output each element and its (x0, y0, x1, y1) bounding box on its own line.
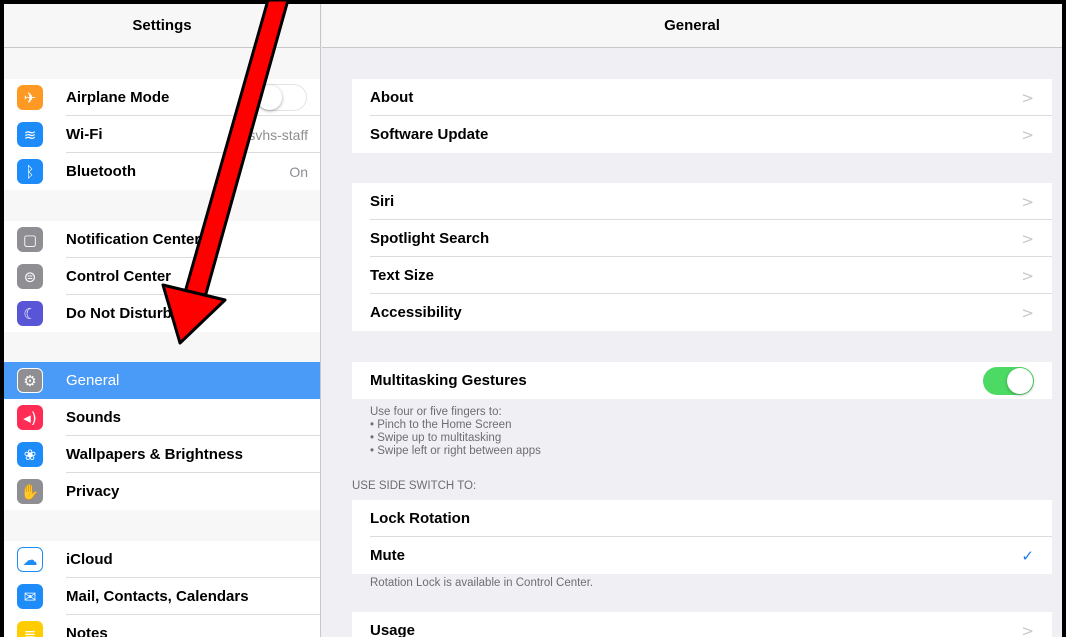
notes-icon: ≡ (17, 621, 43, 637)
general-group-2: Siri > Spotlight Search > Text Size > Accessib… (352, 183, 1052, 331)
mute-label: Mute (370, 547, 405, 564)
sidebar-item-do-not-disturb[interactable]: ☾ Do Not Disturb (4, 295, 320, 332)
chevron-right-icon: > (1021, 229, 1034, 248)
page-title: General (322, 4, 1062, 48)
general-row-lock-rotation[interactable]: Lock Rotation (352, 500, 1052, 537)
about-label: About (370, 89, 414, 106)
multitasking-gestures-toggle[interactable] (983, 367, 1034, 395)
usage-group: Usage > (352, 612, 1052, 637)
text-size-label: Text Size (370, 267, 434, 284)
gear-icon: ⚙ (17, 368, 43, 393)
sidebar-item-label: Mail, Contacts, Calendars (66, 588, 249, 605)
sidebar-item-label: Do Not Disturb (66, 305, 172, 322)
spotlight-search-label: Spotlight Search (370, 230, 490, 247)
multitasking-gestures-row: Multitasking Gestures (352, 362, 1052, 399)
airplane-mode-toggle[interactable] (256, 84, 307, 111)
sidebar-item-label: Notification Center (66, 231, 201, 248)
sidebar-group: ▢ Notification Center ⊜ Control Center ☾ Do N… (4, 221, 320, 332)
toggle-knob (1007, 368, 1033, 394)
sidebar-group: ☁ iCloud ✉ Mail, Contacts, Calendars ≡ Notes (4, 541, 320, 637)
general-row-about[interactable]: About > (352, 79, 1052, 116)
general-row-software-update[interactable]: Software Update > (352, 116, 1052, 153)
sidebar-item-label: iCloud (66, 551, 113, 568)
software-update-label: Software Update (370, 126, 489, 143)
general-group-1: About > Software Update > (352, 79, 1052, 153)
sidebar-item-mail-contacts-calendars[interactable]: ✉ Mail, Contacts, Calendars (4, 578, 320, 615)
chevron-right-icon: > (1021, 303, 1034, 322)
sidebar-item-label: Notes (66, 625, 108, 637)
notification-center-icon: ▢ (17, 227, 43, 252)
flower-icon: ❀ (17, 442, 43, 467)
multitasking-note-line: • Pinch to the Home Screen (370, 419, 512, 431)
airplane-icon: ✈ (17, 85, 43, 110)
sidebar-item-label: Airplane Mode (66, 89, 170, 106)
lock-rotation-label: Lock Rotation (370, 510, 470, 527)
bluetooth-icon: ᛒ (17, 159, 43, 184)
sidebar-item-bluetooth[interactable]: ᛒ Bluetooth On (4, 153, 320, 190)
chevron-right-icon: > (1021, 192, 1034, 211)
chevron-right-icon: > (1021, 125, 1034, 144)
general-pane: General About > Software Update > Siri > Spot… (322, 4, 1062, 637)
ipad-settings-screen: Settings ✈ Airplane Mode ≋ Wi-Fi svhs-staff ᛒ… (4, 4, 1062, 637)
general-row-spotlight-search[interactable]: Spotlight Search > (352, 220, 1052, 257)
general-row-accessibility[interactable]: Accessibility > (352, 294, 1052, 331)
sidebar-item-label: Privacy (66, 483, 120, 500)
side-switch-header: USE SIDE SWITCH TO: (352, 480, 477, 492)
sidebar-item-privacy[interactable]: ✋ Privacy (4, 473, 320, 510)
sidebar-item-label: General (66, 372, 120, 389)
sidebar-group: ✈ Airplane Mode ≋ Wi-Fi svhs-staff ᛒ Bluetooth… (4, 79, 320, 190)
sidebar-item-wallpapers-brightness[interactable]: ❀ Wallpapers & Brightness (4, 436, 320, 473)
settings-sidebar: Settings ✈ Airplane Mode ≋ Wi-Fi svhs-staff ᛒ… (4, 4, 321, 637)
general-row-siri[interactable]: Siri > (352, 183, 1052, 220)
sidebar-item-label: Sounds (66, 409, 121, 426)
general-row-mute[interactable]: Mute ✓ (352, 537, 1052, 574)
sidebar-item-sounds[interactable]: ◂) Sounds (4, 399, 320, 436)
sidebar-item-label: Bluetooth (66, 163, 136, 180)
chevron-right-icon: > (1021, 266, 1034, 285)
mail-icon: ✉ (17, 584, 43, 609)
sidebar-title: Settings (4, 4, 320, 48)
side-switch-group: Lock Rotation Mute ✓ (352, 500, 1052, 574)
sidebar-item-label: Wi-Fi (66, 126, 103, 143)
sidebar-item-notification-center[interactable]: ▢ Notification Center (4, 221, 320, 258)
wifi-icon: ≋ (17, 122, 43, 147)
chevron-right-icon: > (1021, 88, 1034, 107)
general-row-usage[interactable]: Usage > (352, 612, 1052, 637)
sidebar-item-label: Wallpapers & Brightness (66, 446, 243, 463)
siri-label: Siri (370, 193, 395, 210)
rotation-lock-note: Rotation Lock is available in Control Ce… (370, 577, 594, 589)
toggle-knob (257, 85, 282, 110)
accessibility-label: Accessibility (370, 304, 462, 321)
multitasking-gestures-label: Multitasking Gestures (370, 372, 527, 389)
sidebar-item-airplane-mode[interactable]: ✈ Airplane Mode (4, 79, 320, 116)
general-row-text-size[interactable]: Text Size > (352, 257, 1052, 294)
checkmark-icon: ✓ (1021, 546, 1034, 565)
multitasking-note-line: • Swipe left or right between apps (370, 445, 541, 457)
sidebar-item-notes[interactable]: ≡ Notes (4, 615, 320, 637)
sidebar-item-label: Control Center (66, 268, 171, 285)
moon-icon: ☾ (17, 301, 43, 326)
sidebar-item-value: On (289, 163, 308, 180)
hand-icon: ✋ (17, 479, 43, 504)
sidebar-item-icloud[interactable]: ☁ iCloud (4, 541, 320, 578)
multitasking-note: Use four or five fingers to: • Pinch to … (370, 406, 541, 458)
sidebar-item-general[interactable]: ⚙ General (4, 362, 320, 399)
usage-label: Usage (370, 622, 416, 637)
speaker-icon: ◂) (17, 405, 43, 430)
multitasking-group: Multitasking Gestures (352, 362, 1052, 399)
control-center-icon: ⊜ (17, 264, 43, 289)
sidebar-item-wi-fi[interactable]: ≋ Wi-Fi svhs-staff (4, 116, 320, 153)
multitasking-note-line: • Swipe up to multitasking (370, 432, 502, 444)
cloud-icon: ☁ (17, 547, 43, 572)
sidebar-item-control-center[interactable]: ⊜ Control Center (4, 258, 320, 295)
chevron-right-icon: > (1021, 621, 1034, 637)
sidebar-group: ⚙ General ◂) Sounds ❀ Wallpapers & Brightness… (4, 362, 320, 510)
sidebar-item-value: svhs-staff (248, 126, 308, 143)
multitasking-note-line: Use four or five fingers to: (370, 406, 502, 418)
